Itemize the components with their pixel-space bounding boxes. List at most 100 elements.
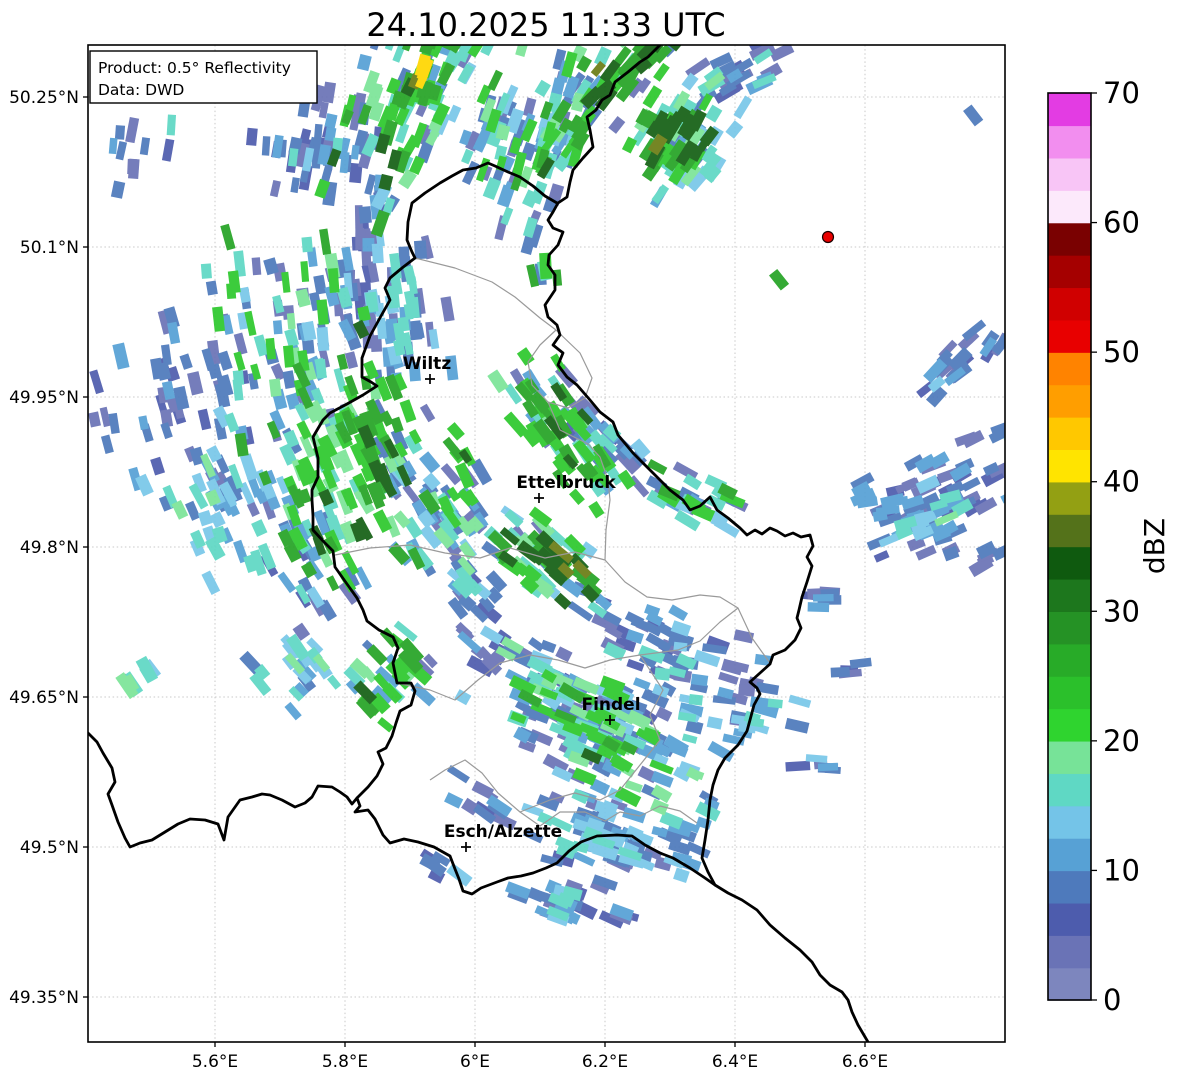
- colorbar-segment: [1048, 125, 1091, 159]
- radar-echo-cell: [239, 453, 259, 481]
- radar-echo-cell: [316, 299, 329, 326]
- radar-echo-cell: [138, 415, 149, 431]
- colorbar-tick-label: 10: [1103, 853, 1140, 887]
- radar-echo-cell: [284, 701, 302, 721]
- radar-echo-cell: [767, 698, 783, 709]
- radar-echo-cell: [784, 717, 810, 734]
- colorbar-segment: [1048, 384, 1091, 418]
- radar-echo-layer: [88, 0, 1031, 929]
- radar-echo-cell: [356, 53, 372, 72]
- radar-echo-cell: [1000, 488, 1005, 504]
- radar-site-marker: [821, 230, 835, 244]
- colorbar-segment: [1048, 287, 1091, 321]
- y-tick-label: 49.95°N: [9, 388, 79, 408]
- radar-echo-cell: [110, 180, 126, 199]
- radar-echo-cell: [238, 286, 251, 304]
- radar-echo-cell: [540, 639, 557, 654]
- radar-echo-cell: [326, 674, 342, 690]
- colorbar-tick-label: 70: [1103, 76, 1140, 110]
- colorbar-segment: [1048, 416, 1091, 451]
- radar-echo-cell: [390, 416, 404, 434]
- radar-echo-cell: [725, 120, 744, 139]
- colorbar-segment: [1048, 935, 1091, 969]
- radar-echo-cell: [108, 412, 120, 435]
- colorbar-segment: [1048, 708, 1091, 742]
- radar-echo-cell: [681, 72, 699, 91]
- radar-echo-cell: [272, 320, 283, 335]
- radar-echo-cell: [125, 117, 140, 144]
- colorbar-segment: [1048, 190, 1091, 224]
- colorbar-segment: [1048, 902, 1091, 936]
- radar-echo-cell: [688, 693, 704, 706]
- radar-echo-cell: [673, 867, 690, 884]
- radar-echo-cell: [477, 0, 490, 2]
- radar-echo-cell: [647, 458, 668, 476]
- radar-echo-cell: [880, 492, 906, 510]
- radar-echo-cell: [608, 116, 626, 134]
- radar-echo-cell: [201, 570, 221, 595]
- colorbar-tick-label: 40: [1103, 465, 1140, 499]
- radar-echo-cell: [313, 274, 327, 295]
- radar-echo-cell: [461, 160, 480, 186]
- radar-echo-cell: [127, 158, 137, 175]
- radar-echo-cell: [440, 296, 455, 322]
- radar-echo-cell: [281, 271, 291, 293]
- colorbar-segment: [1048, 352, 1091, 386]
- radar-echo-cell: [485, 570, 508, 593]
- radar-echo-cell: [651, 826, 668, 838]
- y-tick-label: 49.5°N: [20, 838, 79, 858]
- colorbar-segment: [1048, 578, 1091, 612]
- radar-echo-cell: [849, 657, 872, 669]
- radar-echo-cell: [282, 370, 296, 389]
- country-border: [88, 731, 359, 849]
- city-label: Wiltz: [403, 354, 452, 374]
- radar-echo-cell: [220, 223, 236, 251]
- radar-echo-cell: [139, 137, 151, 156]
- radar-echo-cell: [655, 706, 673, 722]
- radar-echo-cell: [326, 575, 340, 592]
- city-label: Findel: [581, 695, 640, 715]
- colorbar-segment: [1048, 514, 1091, 548]
- colorbar: 0 10 20 30 40 50 60 70: [1047, 76, 1140, 1017]
- radar-echo-cell: [1007, 488, 1031, 508]
- radar-echo-cell: [807, 602, 830, 613]
- radar-echo-cell: [830, 666, 850, 678]
- radar-echo-cell: [263, 257, 279, 276]
- radar-echo-cell: [322, 81, 337, 104]
- city-label: Esch/Alzette: [444, 822, 562, 842]
- radar-echo-cell: [403, 265, 417, 285]
- radar-echo-cell: [419, 403, 436, 423]
- x-tick-label: 6°E: [460, 1052, 490, 1072]
- radar-echo-cell: [534, 79, 551, 98]
- radar-echo-cell: [246, 127, 258, 146]
- radar-echo-cell: [233, 332, 248, 355]
- radar-echo-cell: [705, 104, 723, 123]
- radar-echo-cell: [706, 716, 723, 730]
- radar-echo-cell: [207, 363, 223, 380]
- radar-echo-cell: [205, 280, 218, 296]
- colorbar-segment: [1048, 611, 1091, 645]
- radar-echo-cell: [377, 716, 394, 733]
- radar-echo-cell: [233, 351, 246, 371]
- colorbar-tick-label: 30: [1103, 594, 1140, 628]
- radar-echo-cell: [296, 420, 312, 440]
- colorbar-segment: [1048, 740, 1091, 774]
- radar-echo-cell: [261, 136, 271, 156]
- radar-echo-cell: [873, 550, 890, 563]
- radar-echo-cell: [187, 371, 204, 396]
- radar-echo-cell: [284, 328, 300, 348]
- colorbar-tick-label: 20: [1103, 724, 1140, 758]
- radar-echo-cell: [419, 451, 441, 474]
- radar-echo-cell: [277, 571, 297, 594]
- radar-echo-cell: [817, 762, 839, 772]
- city-label: Ettelbruck: [516, 473, 616, 493]
- radar-echo-cell: [788, 694, 812, 709]
- radar-echo-cell: [567, 600, 594, 622]
- radar-echo-cell: [197, 408, 212, 431]
- radar-echo-cell: [300, 261, 310, 283]
- x-tick-label: 5.6°E: [192, 1052, 238, 1072]
- city-plus-marker: [534, 493, 544, 503]
- colorbar-segment: [1048, 643, 1091, 677]
- colorbar-segment: [1048, 254, 1091, 289]
- radar-echo-cell: [963, 104, 984, 127]
